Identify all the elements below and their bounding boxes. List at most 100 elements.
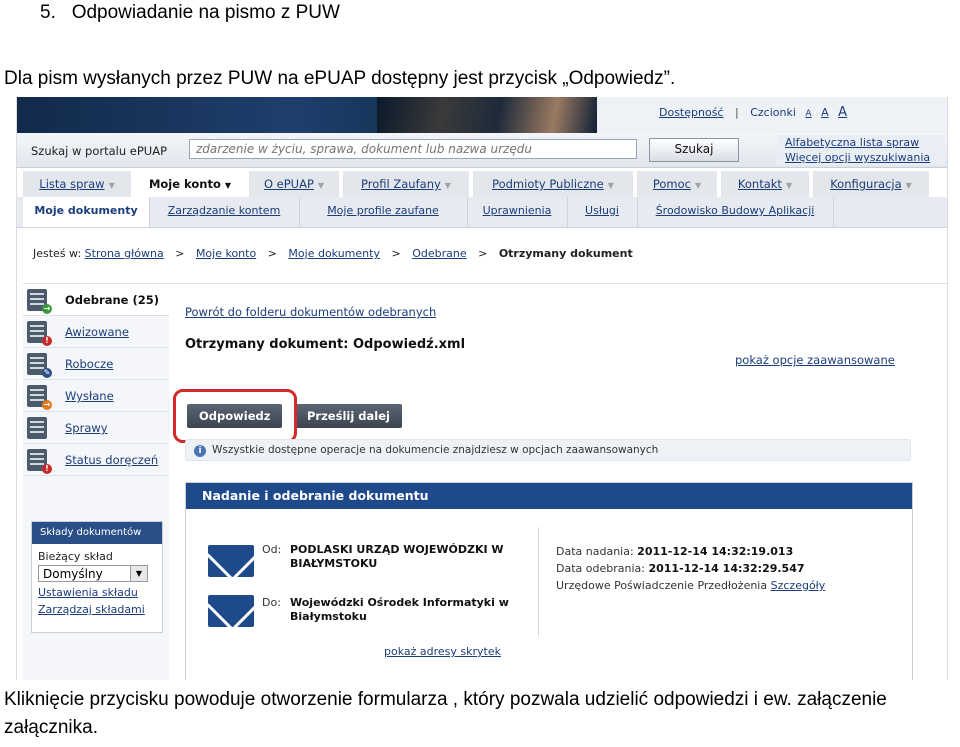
from-label: Od:	[262, 543, 282, 556]
search-label: Szukaj w portalu ePUAP	[31, 144, 168, 158]
tab-label: Pomoc	[652, 177, 691, 191]
to-label: Do:	[262, 596, 281, 609]
sent-label: Data nadania:	[556, 545, 634, 558]
tab-pomoc[interactable]: Pomoc ▼	[637, 171, 717, 197]
tab-label: Podmioty Publiczne	[492, 177, 604, 191]
chevron-down-icon: ▼	[317, 181, 325, 190]
font-small-link[interactable]: A	[805, 109, 811, 119]
outbox-icon: →	[27, 385, 52, 410]
delivery-dates: Data nadania: 2011-12-14 14:32:19.013 Da…	[556, 543, 825, 594]
show-addresses-link[interactable]: pokaż adresy skrytek	[384, 645, 501, 658]
subtab-moje-profile-zaufane[interactable]: Moje profile zaufane	[299, 197, 468, 227]
folder-label: Wysłane	[65, 389, 114, 403]
chevron-down-icon: ▼	[785, 181, 793, 190]
folder-label: Awizowane	[65, 325, 129, 339]
chevron-down-icon: ▼	[694, 181, 702, 190]
divider	[538, 527, 539, 637]
upp-details-link[interactable]: Szczegóły	[771, 579, 826, 592]
search-button[interactable]: Szukaj	[649, 138, 739, 162]
accessibility-link[interactable]: Dostępność	[659, 106, 723, 119]
tab-label: Moje konto	[148, 177, 221, 191]
folder-delivery-status[interactable]: ! Status doręczeń	[23, 445, 169, 476]
folder-received[interactable]: → Odebrane (25)	[23, 285, 169, 316]
subtab-uslugi[interactable]: Usługi	[567, 197, 638, 227]
tab-podmioty-publiczne[interactable]: Podmioty Publiczne ▼	[473, 171, 633, 197]
breadcrumb-received[interactable]: Odebrane	[412, 247, 466, 260]
folder-label: Status doręczeń	[65, 453, 159, 467]
breadcrumb-separator: >	[175, 247, 185, 260]
from-value: PODLASKI URZĄD WOJEWÓDZKI W BIAŁYMSTOKU	[290, 543, 504, 570]
tab-label: Lista spraw	[39, 177, 105, 191]
folder-notified[interactable]: ! Awizowane	[23, 317, 169, 348]
envelope-icon	[208, 545, 254, 577]
chevron-down-icon: ▼	[224, 181, 232, 190]
forward-button[interactable]: Prześlij dalej	[295, 404, 402, 428]
folder-sent[interactable]: → Wysłane	[23, 381, 169, 412]
search-links: Alfabetyczna lista spraw Więcej opcji wy…	[777, 135, 945, 165]
breadcrumb-separator: >	[478, 247, 488, 260]
subtab-uprawnienia[interactable]: Uprawnienia	[467, 197, 568, 227]
document-heading: 5. Odpowiadanie na pismo z PUW	[40, 2, 340, 24]
storage-settings-link[interactable]: Ustawienia składu	[38, 586, 162, 599]
heading-number: 5.	[40, 2, 56, 23]
upp-label: Urzędowe Poświadczenie Przedłożenia	[556, 579, 768, 592]
alphabetical-list-link[interactable]: Alfabetyczna lista spraw	[777, 135, 945, 150]
folder-label: Odebrane (25)	[65, 293, 159, 307]
font-large-link[interactable]: A	[838, 105, 847, 120]
storage-select[interactable]: Domyślny ▼	[38, 565, 148, 582]
cases-icon	[27, 417, 47, 439]
document-caption: Kliknięcie przycisku powoduje otworzenie…	[4, 689, 887, 738]
back-to-folder-link[interactable]: Powrót do folderu dokumentów odebranych	[185, 305, 436, 319]
subtab-zarzadzanie-kontem[interactable]: Zarządzanie kontem	[149, 197, 300, 227]
tab-lista-spraw[interactable]: Lista spraw ▼	[23, 171, 131, 197]
breadcrumb: Jesteś w: Strona główna > Moje konto > M…	[33, 247, 633, 260]
tab-profil-zaufany[interactable]: Profil Zaufany ▼	[343, 171, 469, 197]
search-bar: Szukaj w portalu ePUAP Szukaj Alfabetycz…	[17, 133, 947, 168]
more-search-options-link[interactable]: Więcej opcji wyszukiwania	[777, 150, 945, 165]
fonts-label: Czcionki	[750, 106, 796, 119]
storage-box: Składy dokumentów Bieżący skład Domyślny…	[31, 521, 163, 633]
epuap-screenshot: Dostępność | Czcionki A A A Szukaj w por…	[16, 97, 948, 680]
sent-value: 2011-12-14 14:32:19.013	[637, 545, 794, 558]
subtab-moje-dokumenty[interactable]: Moje dokumenty	[23, 197, 150, 227]
subtab-srodowisko-budowy-aplikacji[interactable]: Środowisko Budowy Aplikacji	[637, 197, 834, 227]
main-nav: Lista spraw ▼ Moje konto ▼ O ePUAP ▼ Profil…	[17, 169, 947, 197]
folder-drafts[interactable]: ✎ Robocze	[23, 349, 169, 380]
chevron-down-icon: ▼	[444, 181, 451, 190]
breadcrumb-prefix: Jesteś w:	[33, 247, 82, 260]
folder-label: Robocze	[65, 357, 114, 371]
folder-label: Sprawy	[65, 421, 108, 435]
font-medium-link[interactable]: A	[821, 106, 829, 119]
chevron-down-icon: ▼	[607, 181, 614, 190]
search-input[interactable]	[189, 139, 637, 159]
envelope-icon	[208, 595, 254, 627]
received-value: 2011-12-14 14:32:29.547	[648, 562, 805, 575]
sent-row: Data nadania: 2011-12-14 14:32:19.013	[556, 543, 825, 560]
breadcrumb-my-documents[interactable]: Moje dokumenty	[288, 247, 380, 260]
status-icon: !	[27, 449, 52, 474]
tab-moje-konto[interactable]: Moje konto ▼	[135, 171, 245, 197]
storage-selected: Domyślny	[43, 567, 103, 581]
tab-kontakt[interactable]: Kontakt ▼	[721, 171, 809, 197]
breadcrumb-home[interactable]: Strona główna	[85, 247, 164, 260]
chevron-down-icon: ▼	[905, 181, 912, 190]
sub-nav: Moje dokumenty Zarządzanie kontem Moje p…	[17, 197, 947, 228]
advanced-options-link[interactable]: pokaż opcje zaawansowane	[735, 353, 895, 367]
storage-manage-link[interactable]: Zarządzaj składami	[38, 603, 162, 616]
folder-cases[interactable]: Sprawy	[23, 413, 169, 444]
breadcrumb-my-account[interactable]: Moje konto	[196, 247, 256, 260]
heading-text: Odpowiadanie na pismo z PUW	[71, 2, 340, 23]
chevron-down-icon: ▼	[108, 181, 115, 190]
document-intro: Dla pism wysłanych przez PUW na ePUAP do…	[4, 68, 676, 89]
tab-konfiguracja[interactable]: Konfiguracja ▼	[813, 171, 929, 197]
reply-highlight-frame	[173, 389, 297, 443]
chevron-down-icon: ▼	[130, 566, 147, 581]
notice-icon: !	[27, 321, 52, 346]
inbox-icon: →	[27, 289, 52, 314]
tab-o-epuap[interactable]: O ePUAP ▼	[249, 171, 339, 197]
to-value: Wojewódzki Ośrodek Informatyki w Białyms…	[290, 596, 509, 623]
received-label: Data odebrania:	[556, 562, 645, 575]
tab-label: O ePUAP	[263, 177, 314, 191]
upp-row: Urzędowe Poświadczenie Przedłożenia Szcz…	[556, 577, 825, 594]
received-row: Data odebrania: 2011-12-14 14:32:29.547	[556, 560, 825, 577]
